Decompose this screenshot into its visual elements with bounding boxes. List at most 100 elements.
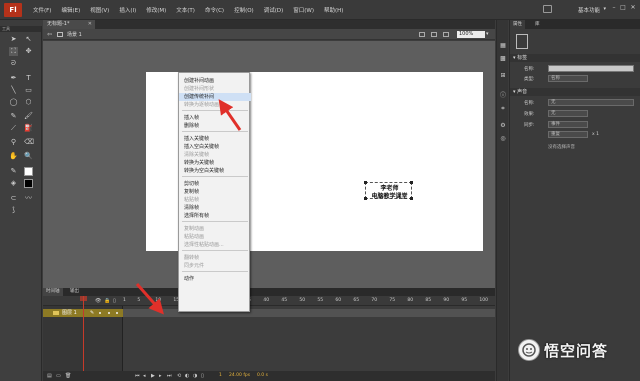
oval-tool-icon[interactable]: ◯	[9, 98, 18, 107]
stroke-color-icon[interactable]: ✎	[9, 167, 18, 176]
onion-skin-icon[interactable]: ◐	[185, 373, 189, 379]
context-menu-item[interactable]: 剪切帧	[179, 180, 251, 188]
lock-icon[interactable]: 🔒	[104, 298, 110, 304]
context-menu-item[interactable]: 插入空白关键帧	[179, 143, 251, 151]
workspace-switcher[interactable]: 基本功能	[578, 6, 600, 14]
effect-select[interactable]: 无	[548, 110, 588, 117]
transform-panel-icon[interactable]: ⌗	[499, 105, 507, 113]
center-stage-icon[interactable]	[419, 32, 425, 37]
step-back-icon[interactable]: ◂	[143, 373, 146, 379]
eyedropper-icon[interactable]: ⚲	[9, 138, 18, 147]
context-menu-item[interactable]: 选择所有帧	[179, 212, 251, 220]
lock-dot[interactable]	[108, 312, 110, 314]
menu-modify[interactable]: 修改(M)	[141, 6, 171, 14]
text-object[interactable]: 李老师 电脑教学课堂	[364, 181, 413, 200]
playhead[interactable]	[83, 296, 84, 381]
bone-tool-icon[interactable]: ⟋	[9, 124, 18, 133]
context-menu-item[interactable]: 转换为关键帧	[179, 159, 251, 167]
transform-handle[interactable]	[364, 197, 367, 200]
back-arrow-icon[interactable]: ⇦	[47, 31, 52, 38]
transform-handle[interactable]	[364, 181, 367, 184]
polystar-tool-icon[interactable]: ⬡	[24, 98, 33, 107]
context-menu-item[interactable]: 清除帧	[179, 204, 251, 212]
3d-rotation-tool-icon[interactable]: ✥	[24, 47, 33, 56]
paint-bucket-icon[interactable]: ⛽	[24, 124, 33, 133]
pencil-tool-icon[interactable]: ✎	[9, 112, 18, 121]
selection-tool-icon[interactable]: ➤	[9, 35, 18, 44]
line-tool-icon[interactable]: ╲	[9, 86, 18, 95]
align-panel-icon[interactable]: ⊞	[499, 72, 507, 80]
context-menu-item[interactable]: 转换为空白关键帧	[179, 167, 251, 175]
stroke-color-swatch[interactable]	[24, 167, 33, 176]
repeat-count[interactable]: x 1	[592, 132, 599, 137]
label-type-select[interactable]: 名称	[548, 75, 588, 82]
swatches-panel-icon[interactable]: ▩	[499, 55, 507, 63]
menu-help[interactable]: 帮助(H)	[319, 6, 348, 14]
sync-select[interactable]: 事件	[548, 121, 588, 128]
rectangle-tool-icon[interactable]: ▭	[24, 86, 33, 95]
menu-commands[interactable]: 命令(C)	[200, 6, 229, 14]
lasso-tool-icon[interactable]: ᘐ	[9, 59, 18, 68]
menu-edit[interactable]: 编辑(E)	[56, 6, 85, 14]
play-icon[interactable]: ▶	[151, 373, 155, 379]
edit-scene-icon[interactable]	[431, 32, 437, 37]
repeat-select[interactable]: 重复	[548, 131, 588, 138]
edit-symbols-icon[interactable]	[443, 32, 449, 37]
document-tab[interactable]: 无标题-1* ✕	[43, 20, 95, 29]
menu-window[interactable]: 窗口(W)	[288, 6, 319, 14]
section-label[interactable]: ▾ 标签	[510, 54, 640, 62]
visibility-dot[interactable]	[99, 312, 101, 314]
new-folder-icon[interactable]: ▭	[56, 373, 61, 379]
outline-dot[interactable]	[116, 312, 118, 314]
frame-name-input[interactable]	[548, 65, 634, 72]
onion-outline-icon[interactable]: ◑	[193, 373, 197, 379]
context-menu-item[interactable]: 插入帧	[179, 114, 251, 122]
search-icon[interactable]	[543, 5, 552, 13]
components-panel-icon[interactable]: ⚙	[499, 122, 507, 130]
timeline-ruler[interactable]: 👁 🔒 ▯ 1510152025303540455055606570758085…	[43, 296, 495, 306]
subselection-tool-icon[interactable]: ↖	[24, 35, 33, 44]
context-menu-item[interactable]: 复制帧	[179, 188, 251, 196]
zoom-select[interactable]: 100%	[457, 31, 485, 38]
fill-color-swatch[interactable]	[24, 179, 33, 188]
frames-area[interactable]	[123, 306, 495, 371]
step-forward-icon[interactable]: ▸	[159, 373, 162, 379]
maximize-icon[interactable]: □	[619, 4, 627, 12]
text-tool-icon[interactable]: T	[24, 74, 33, 83]
context-menu-item[interactable]: 创建补间动画	[179, 77, 251, 85]
new-layer-icon[interactable]: ▤	[47, 373, 52, 379]
section-sound[interactable]: ▾ 声音	[510, 88, 640, 96]
outline-icon[interactable]: ▯	[113, 298, 116, 304]
brush-tool-icon[interactable]: 🖌	[24, 112, 33, 121]
close-icon[interactable]: ✕	[629, 4, 637, 12]
snap-icon[interactable]: ⊂	[9, 194, 18, 203]
tab-timeline[interactable]: 时间轴	[43, 288, 63, 296]
transform-handle[interactable]	[410, 197, 413, 200]
menu-insert[interactable]: 插入(I)	[114, 6, 141, 14]
eye-icon[interactable]: 👁	[95, 298, 101, 304]
motion-presets-icon[interactable]: ◎	[499, 135, 507, 143]
smooth-icon[interactable]: 〰	[24, 194, 33, 203]
straighten-icon[interactable]: ⟆	[9, 206, 18, 215]
menu-debug[interactable]: 调试(D)	[259, 6, 289, 14]
context-menu-item[interactable]: 动作	[179, 275, 251, 283]
delete-layer-icon[interactable]: 🗑	[65, 373, 71, 379]
last-frame-icon[interactable]: ⏭	[167, 373, 172, 379]
hand-tool-icon[interactable]: ✋	[9, 152, 18, 161]
menu-control[interactable]: 控制(O)	[229, 6, 259, 14]
context-menu-item[interactable]: 删除帧	[179, 122, 251, 130]
info-panel-icon[interactable]: ⓘ	[499, 92, 507, 100]
free-transform-tool-icon[interactable]: ⛶	[9, 47, 18, 56]
menu-view[interactable]: 视图(V)	[85, 6, 114, 14]
zoom-tool-icon[interactable]: 🔍	[24, 152, 33, 161]
sound-name-select[interactable]: 无	[548, 99, 634, 106]
first-frame-icon[interactable]: ⏮	[135, 373, 140, 379]
loop-icon[interactable]: ⟲	[177, 373, 181, 379]
color-panel-icon[interactable]: ▦	[499, 42, 507, 50]
pen-tool-icon[interactable]: ✒	[9, 74, 18, 83]
context-menu-item[interactable]: 插入关键帧	[179, 135, 251, 143]
fill-color-icon[interactable]: ◈	[9, 179, 18, 188]
eraser-icon[interactable]: ⌫	[24, 138, 34, 147]
context-menu-item[interactable]: 创建传统补间	[179, 93, 251, 101]
frame-rate[interactable]: 24.00 fps	[229, 373, 250, 378]
